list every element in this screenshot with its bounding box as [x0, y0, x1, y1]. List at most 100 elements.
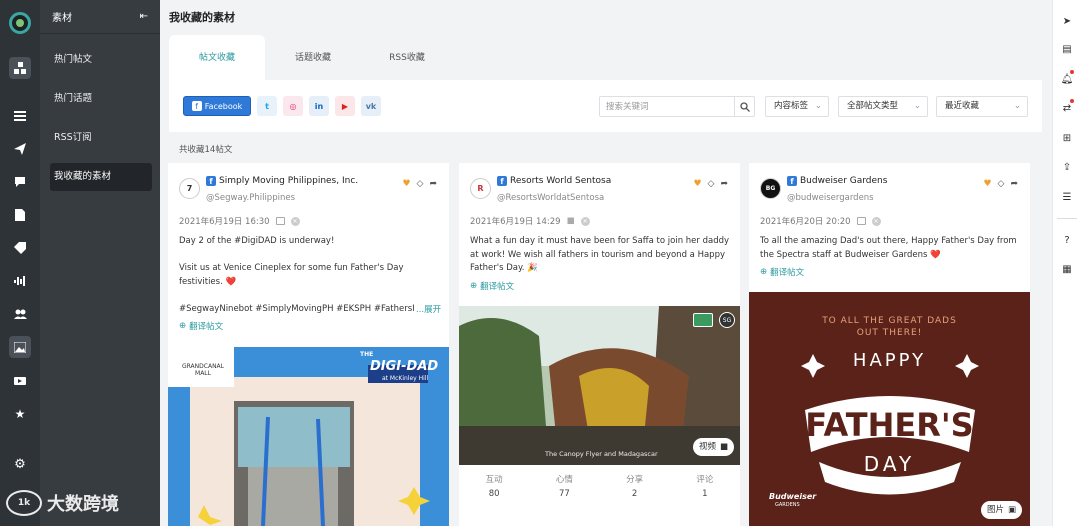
stat-interactions: 互动 80 — [459, 473, 529, 501]
sidebar-title: 素材 — [52, 13, 72, 24]
mall-logo: GRANDCANAL MALL — [181, 363, 225, 377]
right-toolbar: ➤ ▤ 🔔︎ ⇄ ⊞ ⇪ ☰ ? ▦ — [1052, 0, 1080, 526]
stat-label: 互动 — [485, 475, 503, 485]
stat-label: 心情 — [555, 475, 573, 485]
search-box — [599, 96, 755, 117]
copy-icon[interactable] — [856, 217, 866, 225]
sidebar-item-hot-posts[interactable]: 热门帖文 — [50, 46, 152, 74]
gallery-icon — [693, 313, 713, 327]
heart-icon[interactable]: ♥ — [402, 179, 410, 189]
close-icon[interactable]: ✕ — [871, 216, 881, 226]
close-icon[interactable]: ✕ — [290, 216, 300, 226]
linkedin-icon[interactable]: in — [309, 96, 329, 116]
post-text: What a fun day it must have been for Saf… — [470, 236, 730, 274]
star-icon[interactable]: ★ — [9, 403, 31, 425]
translate-link[interactable]: ⊕ 翻译帖文 — [470, 280, 514, 292]
search-icon[interactable] — [734, 97, 754, 116]
tag-icon[interactable]: ◇ — [417, 179, 424, 189]
post-video[interactable]: SG The Canopy Flyer and Madagascar 视频 ■ — [459, 306, 740, 465]
instagram-icon[interactable]: ◎ — [283, 96, 303, 116]
list-icon[interactable] — [9, 105, 31, 127]
account-name[interactable]: Budweiser Gardens — [800, 176, 887, 186]
users-icon[interactable] — [9, 303, 31, 325]
page-title: 我收藏的素材 — [169, 11, 235, 24]
video-icon[interactable] — [9, 370, 31, 392]
favorites-count: 共收藏14帖文 — [179, 145, 233, 155]
content-tag-dropdown[interactable]: 内容标签 ⌄ — [765, 96, 829, 117]
tag-icon[interactable] — [9, 237, 31, 259]
divider — [1057, 218, 1077, 219]
post-text: To all the amazing Dad's out there, Happ… — [760, 236, 1017, 260]
post-type-dropdown[interactable]: 全部帖文类型 ⌄ — [838, 96, 928, 117]
search-list-icon[interactable]: ☰ — [1060, 190, 1074, 204]
bell-icon[interactable]: 🔔︎ — [1060, 70, 1074, 86]
tag-icon[interactable]: ◇ — [998, 179, 1005, 189]
sort-dropdown[interactable]: 最近收藏 ⌄ — [936, 96, 1028, 117]
chat-icon[interactable] — [9, 171, 31, 193]
translate-link[interactable]: ⊕ 翻译帖文 — [760, 266, 804, 278]
avatar[interactable]: BG — [760, 178, 781, 199]
copy-icon[interactable] — [275, 217, 285, 225]
collapse-icon[interactable]: ⇤ — [140, 11, 148, 22]
settings-icon[interactable]: ⚙ — [9, 453, 31, 475]
tab-bar: 帖文收藏 话题收藏 RSS收藏 — [169, 35, 1042, 83]
youtube-icon[interactable]: ▶ — [335, 96, 355, 116]
post-image[interactable]: GRANDCANAL MALL THE DIGI-DAD at McKinley… — [168, 347, 449, 526]
image-badge: 图片 ▣ — [980, 501, 1022, 519]
chevron-down-icon: ⌄ — [814, 101, 822, 111]
account-handle: @ResortsWorldatSentosa — [497, 193, 605, 203]
sidebar-item-rss[interactable]: RSS订阅 — [50, 124, 152, 152]
post-image[interactable]: TO ALL THE GREAT DADS OUT THERE! HAPPY F… — [749, 292, 1030, 526]
facebook-filter-label: Facebook — [204, 101, 243, 111]
account-name[interactable]: Resorts World Sentosa — [510, 176, 611, 186]
tag-icon[interactable]: ◇ — [708, 179, 715, 189]
image-library-icon[interactable] — [9, 336, 31, 358]
post-stats: 互动 80 心情 77 分享 2 评论 1 — [459, 473, 740, 501]
heart-icon[interactable]: ♥ — [693, 179, 701, 189]
twitter-icon[interactable]: t — [257, 96, 277, 116]
video-caption: The Canopy Flyer and Madagascar — [545, 450, 658, 458]
avatar[interactable]: 7 — [179, 178, 200, 199]
image-line-2: OUT THERE! — [856, 328, 923, 338]
inbox-icon[interactable]: ▤ — [1060, 42, 1074, 56]
assets-icon[interactable] — [9, 57, 31, 79]
facebook-icon: f — [206, 176, 216, 186]
post-time: 2021年6月19日 16:30 — [179, 217, 270, 227]
share-icon[interactable]: ➦ — [1010, 179, 1018, 189]
share-icon[interactable]: ➦ — [429, 179, 437, 189]
account-name[interactable]: Simply Moving Philippines, Inc. — [219, 176, 358, 186]
audio-icon[interactable] — [9, 270, 31, 292]
add-icon[interactable]: ⊞ — [1060, 131, 1074, 145]
send-icon[interactable] — [9, 138, 31, 160]
heart-icon[interactable]: ♥ — [983, 179, 991, 189]
search-input[interactable] — [600, 97, 734, 116]
stat-value: 77 — [558, 489, 570, 499]
facebook-icon: f — [787, 176, 797, 186]
tab-post-favorites[interactable]: 帖文收藏 — [169, 35, 265, 83]
translate-link[interactable]: ⊕ 翻译帖文 — [179, 320, 223, 332]
app-logo[interactable] — [9, 12, 31, 34]
close-icon[interactable]: ✕ — [580, 216, 590, 226]
tab-rss-favorites[interactable]: RSS收藏 — [359, 35, 455, 83]
upload-icon[interactable]: ⇪ — [1060, 160, 1074, 174]
navigate-icon[interactable]: ➤ — [1060, 14, 1074, 28]
help-icon[interactable]: ? — [1060, 233, 1074, 247]
share-icon[interactable]: ➦ — [720, 179, 728, 189]
watermark-text: 大数跨境 — [47, 494, 119, 515]
avatar[interactable]: R — [470, 178, 491, 199]
translate-tool-icon[interactable]: ⇄ — [1060, 99, 1074, 115]
facebook-filter-button[interactable]: f Facebook — [183, 96, 251, 116]
vk-icon[interactable]: vk — [361, 96, 381, 116]
sidebar-item-hot-topics[interactable]: 热门话题 — [50, 85, 152, 113]
tab-topic-favorites[interactable]: 话题收藏 — [265, 35, 361, 83]
image-label-main: DIGI-DAD — [370, 359, 439, 374]
expand-link[interactable]: ...展开 — [416, 303, 442, 315]
qr-code-icon[interactable]: ▦ — [1060, 262, 1074, 276]
translate-icon: ⊕ — [470, 281, 478, 291]
image-label-sub: at McKinley Hill — [382, 375, 429, 382]
account-handle: @budweisergardens — [787, 193, 874, 203]
document-icon[interactable] — [9, 204, 31, 226]
sidebar-item-my-favorites[interactable]: 我收藏的素材 — [50, 163, 152, 191]
translate-icon: ⊕ — [179, 321, 187, 331]
translate-label: 翻译帖文 — [189, 322, 224, 332]
